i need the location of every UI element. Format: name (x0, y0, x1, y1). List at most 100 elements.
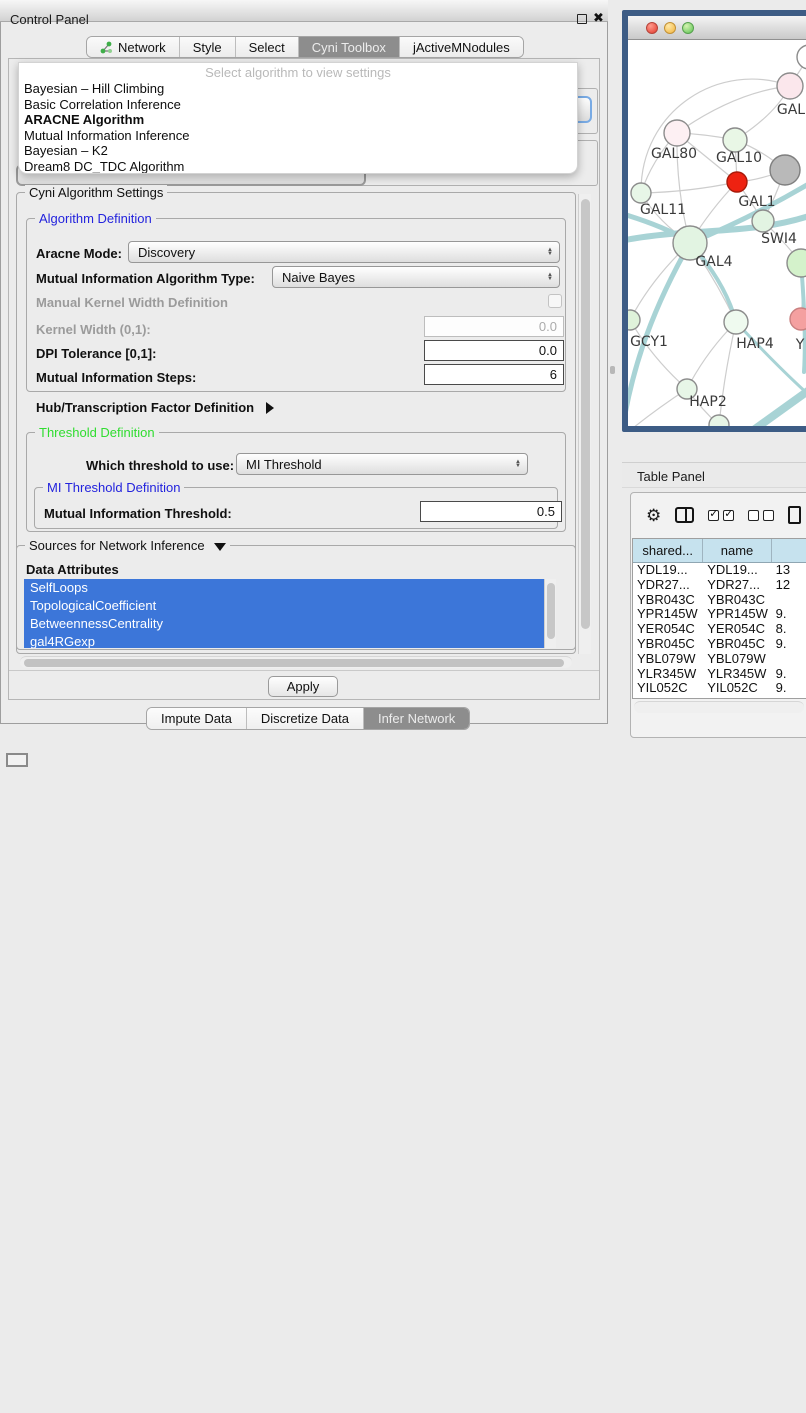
network-node[interactable] (777, 73, 803, 99)
algorithm-option[interactable]: Bayesian – Hill Climbing (19, 81, 577, 97)
table-cell[interactable]: YBR043C (703, 593, 771, 608)
close-icon[interactable]: ✖ (593, 10, 604, 26)
tab-network[interactable]: Network (87, 37, 180, 57)
table-cell[interactable]: 8. (772, 622, 806, 637)
attribute-list-item[interactable]: SelfLoops (24, 579, 544, 597)
tab-impute-data[interactable]: Impute Data (147, 708, 247, 729)
tab-infer-network[interactable]: Infer Network (364, 708, 469, 729)
attributes-scrollbar-thumb[interactable] (547, 583, 555, 639)
table-cell[interactable]: 9. (772, 637, 806, 652)
table-cell[interactable]: YBL079W (633, 652, 703, 667)
network-node[interactable] (664, 120, 690, 146)
table-cell[interactable]: YPR145W (703, 607, 771, 622)
table-cell[interactable] (772, 652, 806, 667)
table-column-header[interactable]: name (703, 539, 772, 562)
mi-steps-input[interactable] (424, 364, 564, 385)
minimize-traffic-light-icon[interactable] (664, 22, 676, 34)
mi-algorithm-type-select[interactable]: Naive Bayes ▲▼ (272, 266, 560, 288)
attribute-list-item[interactable]: BetweennessCentrality (24, 615, 544, 633)
manual-kernel-checkbox[interactable] (548, 294, 562, 308)
attribute-list-item[interactable]: TopologicalCoefficient (24, 597, 544, 615)
network-canvas[interactable]: GALGAL80GAL10GAL1GAL11SWI4GAL4GCY1HAP4YH… (628, 40, 806, 426)
network-node[interactable] (709, 415, 729, 426)
mi-threshold-input[interactable] (420, 501, 562, 522)
hub-expander[interactable]: Hub/Transcription Factor Definition (36, 400, 274, 415)
dpi-tolerance-input[interactable] (424, 340, 564, 361)
tab-cyni-toolbox[interactable]: Cyni Toolbox (299, 37, 400, 57)
settings-vertical-scrollbar[interactable] (578, 194, 591, 654)
table-cell[interactable]: YPR145W (633, 607, 703, 622)
table-cell[interactable]: YLR345W (703, 667, 771, 682)
table-cell[interactable]: 9. (772, 607, 806, 622)
table-row[interactable]: YIL052CYIL052C9. (633, 681, 806, 696)
gear-icon[interactable]: ⚙ (646, 507, 661, 524)
deselect-all-checkboxes-icon[interactable] (748, 510, 774, 521)
table-row[interactable]: YLR345WYLR345W9. (633, 667, 806, 682)
select-all-checkboxes-icon[interactable] (708, 510, 734, 521)
network-window-titlebar[interactable] (628, 16, 806, 40)
network-node[interactable] (724, 310, 748, 334)
zoom-traffic-light-icon[interactable] (682, 22, 694, 34)
algorithm-option[interactable]: Mutual Information Inference (19, 128, 577, 144)
algorithm-option[interactable]: Bayesian – K2 (19, 143, 577, 159)
table-cell[interactable]: 12 (772, 578, 806, 593)
table-row[interactable]: YER054CYER054C8. (633, 622, 806, 637)
panel-splitter-handle[interactable] (610, 366, 615, 374)
sources-group-title[interactable]: Sources for Network Inference (25, 538, 230, 553)
close-traffic-light-icon[interactable] (646, 22, 658, 34)
network-node[interactable] (631, 183, 651, 203)
table-cell[interactable]: YDL19... (633, 563, 703, 578)
table-row[interactable]: YBL079WYBL079W (633, 652, 806, 667)
table-cell[interactable]: YBR045C (703, 637, 771, 652)
data-attributes-list[interactable]: SelfLoopsTopologicalCoefficientBetweenne… (24, 579, 544, 648)
network-node[interactable] (770, 155, 800, 185)
table-cell[interactable]: YIL052C (633, 681, 703, 696)
node-attribute-table[interactable]: shared...nameYDL19...YDL19...13YDR27...Y… (632, 538, 806, 699)
table-cell[interactable]: YER054C (633, 622, 703, 637)
which-threshold-select[interactable]: MI Threshold ▲▼ (236, 453, 528, 475)
table-row[interactable]: YBR045CYBR045C9. (633, 637, 806, 652)
settings-scrollbar-thumb[interactable] (581, 199, 590, 629)
table-cell[interactable]: YBR043C (633, 593, 703, 608)
attributes-vertical-scrollbar[interactable] (544, 579, 556, 648)
table-row[interactable]: YDL19...YDL19...13 (633, 563, 806, 578)
table-horizontal-scrollbar[interactable] (634, 701, 804, 713)
aracne-mode-select[interactable]: Discovery ▲▼ (128, 241, 560, 263)
document-icon[interactable] (788, 506, 801, 524)
table-row[interactable]: YDR27...YDR27...12 (633, 578, 806, 593)
apply-button[interactable]: Apply (268, 676, 338, 697)
network-node[interactable] (787, 249, 806, 277)
table-column-header[interactable]: shared... (633, 539, 703, 562)
tab-discretize-data[interactable]: Discretize Data (247, 708, 364, 729)
table-cell[interactable]: 9. (772, 681, 806, 696)
table-cell[interactable]: YBL079W (703, 652, 771, 667)
collapsed-panel-icon[interactable] (6, 753, 28, 767)
table-row[interactable]: YBR043CYBR043C (633, 593, 806, 608)
table-cell[interactable]: YER054C (703, 622, 771, 637)
table-row[interactable]: YPR145WYPR145W9. (633, 607, 806, 622)
table-cell[interactable]: YIL052C (703, 681, 771, 696)
table-cell[interactable]: 13 (772, 563, 806, 578)
columns-icon[interactable] (675, 507, 694, 523)
network-node[interactable] (727, 172, 747, 192)
table-cell[interactable]: 9. (772, 667, 806, 682)
table-cell[interactable]: YBR045C (633, 637, 703, 652)
tab-select[interactable]: Select (236, 37, 299, 57)
table-cell[interactable]: YDR27... (703, 578, 771, 593)
table-cell[interactable] (772, 593, 806, 608)
network-node[interactable] (790, 308, 806, 330)
table-cell[interactable]: YDL19... (703, 563, 771, 578)
algorithm-option[interactable]: Basic Correlation Inference (19, 97, 577, 113)
kernel-width-input[interactable] (424, 316, 564, 337)
network-node[interactable] (723, 128, 747, 152)
attribute-list-item[interactable]: gal4RGexp (24, 633, 544, 648)
tab-style[interactable]: Style (180, 37, 236, 57)
tab-jactivemnodules[interactable]: jActiveMNodules (400, 37, 523, 57)
algorithm-option[interactable]: Dream8 DC_TDC Algorithm (19, 159, 577, 174)
network-node[interactable] (797, 45, 806, 69)
settings-horizontal-scrollbar[interactable] (20, 656, 572, 668)
table-column-header[interactable] (772, 539, 806, 562)
algorithm-option[interactable]: ARACNE Algorithm (19, 112, 577, 128)
table-cell[interactable]: YDR27... (633, 578, 703, 593)
table-cell[interactable]: YLR345W (633, 667, 703, 682)
